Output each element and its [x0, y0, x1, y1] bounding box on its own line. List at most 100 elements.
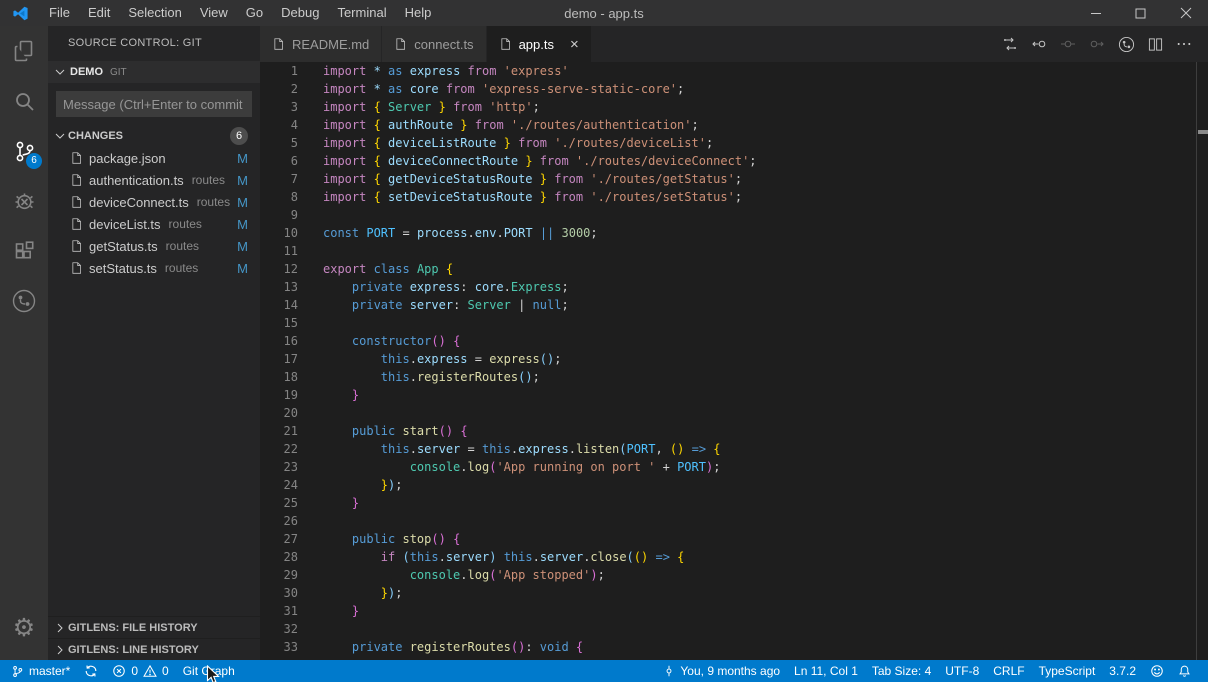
- language-mode[interactable]: TypeScript: [1032, 660, 1103, 682]
- code-line-30: 30 });: [260, 584, 1208, 602]
- file-folder: routes: [169, 217, 202, 231]
- code-line-19: 19 }: [260, 386, 1208, 404]
- code-line-14: 14 private server: Server | null;: [260, 296, 1208, 314]
- previous-change-icon[interactable]: [1029, 34, 1049, 54]
- editor-scrollbar[interactable]: [1196, 62, 1208, 660]
- activity-extensions-icon[interactable]: [0, 226, 48, 276]
- next-change-icon[interactable]: [1087, 34, 1107, 54]
- menu-selection[interactable]: Selection: [119, 0, 190, 26]
- line-content: public start() {: [323, 422, 468, 440]
- line-number: 4: [260, 116, 298, 134]
- changed-file-row[interactable]: deviceList.tsroutesM: [48, 213, 260, 235]
- changed-file-row[interactable]: deviceConnect.tsroutesM: [48, 191, 260, 213]
- manage-gear-icon[interactable]: ⚙: [0, 608, 48, 648]
- code-line-9: 9: [260, 206, 1208, 224]
- title-bar: FileEditSelectionViewGoDebugTerminalHelp…: [0, 0, 1208, 26]
- close-button[interactable]: [1163, 0, 1208, 26]
- maximize-button[interactable]: [1118, 0, 1163, 26]
- git-graph-button[interactable]: Git Graph: [176, 660, 242, 682]
- open-changes-icon[interactable]: [1000, 34, 1020, 54]
- more-actions-icon[interactable]: ⋯: [1174, 34, 1194, 54]
- activity-source-control-icon[interactable]: 6: [0, 126, 48, 176]
- line-number: 15: [260, 314, 298, 332]
- menu-edit[interactable]: Edit: [79, 0, 119, 26]
- changed-file-row[interactable]: package.jsonM: [48, 147, 260, 169]
- gitlens-sections: GITLENS: FILE HISTORY GITLENS: LINE HISTO…: [48, 616, 260, 660]
- code-line-21: 21 public start() {: [260, 422, 1208, 440]
- changed-file-row[interactable]: setStatus.tsroutesM: [48, 257, 260, 279]
- encoding[interactable]: UTF-8: [938, 660, 986, 682]
- branch-indicator[interactable]: master*: [4, 660, 77, 682]
- menu-terminal[interactable]: Terminal: [328, 0, 395, 26]
- line-content: if (this.server) this.server.close(() =>…: [323, 548, 684, 566]
- activity-git-graph-icon[interactable]: [0, 276, 48, 326]
- line-number: 31: [260, 602, 298, 620]
- line-content: }: [323, 494, 359, 512]
- problems-indicator[interactable]: 00: [105, 660, 175, 682]
- tab-close-icon[interactable]: ×: [570, 37, 579, 52]
- split-editor-icon[interactable]: [1145, 34, 1165, 54]
- changed-file-row[interactable]: getStatus.tsroutesM: [48, 235, 260, 257]
- line-number: 9: [260, 206, 298, 224]
- vscode-window: FileEditSelectionViewGoDebugTerminalHelp…: [0, 0, 1208, 682]
- activity-debug-icon[interactable]: [0, 176, 48, 226]
- menu-file[interactable]: File: [40, 0, 79, 26]
- gitlens-section-header[interactable]: GITLENS: FILE HISTORY: [48, 616, 260, 638]
- changed-file-row[interactable]: authentication.tsroutesM: [48, 169, 260, 191]
- commit-message-input[interactable]: [56, 91, 252, 117]
- typescript-version[interactable]: 3.7.2: [1102, 660, 1143, 682]
- code-line-25: 25 }: [260, 494, 1208, 512]
- line-number: 11: [260, 242, 298, 260]
- repo-section-header[interactable]: DEMO GIT: [48, 61, 260, 83]
- activity-explorer-icon[interactable]: [0, 26, 48, 76]
- line-content: const PORT = process.env.PORT || 3000;: [323, 224, 598, 242]
- code-line-29: 29 console.log('App stopped');: [260, 566, 1208, 584]
- git-graph-view-icon[interactable]: [1116, 34, 1136, 54]
- window-controls: [1073, 0, 1208, 26]
- editor-actions: ⋯: [1000, 26, 1208, 62]
- menu-help[interactable]: Help: [396, 0, 441, 26]
- tab-label: app.ts: [519, 37, 554, 52]
- editor-group: README.mdconnect.ts app.ts × ⋯ 1import * a…: [260, 26, 1208, 660]
- gitlens-section-header[interactable]: GITLENS: LINE HISTORY: [48, 638, 260, 660]
- notifications-bell[interactable]: [1171, 660, 1198, 682]
- sync-button[interactable]: [77, 660, 105, 682]
- indentation[interactable]: Tab Size: 4: [865, 660, 938, 682]
- tab-README.md[interactable]: README.md: [260, 26, 382, 62]
- tab-connect.ts[interactable]: connect.ts: [382, 26, 486, 62]
- changes-section-header[interactable]: CHANGES 6: [48, 125, 260, 147]
- menu-view[interactable]: View: [191, 0, 237, 26]
- activity-search-icon[interactable]: [0, 76, 48, 126]
- code-line-4: 4import { authRoute } from './routes/aut…: [260, 116, 1208, 134]
- line-content: this.registerRoutes();: [323, 368, 540, 386]
- line-content: this.server = this.express.listen(PORT, …: [323, 440, 721, 458]
- source-control-sidebar: SOURCE CONTROL: GIT DEMO GIT CHANGES 6 p…: [48, 26, 260, 660]
- code-line-13: 13 private express: core.Express;: [260, 278, 1208, 296]
- line-number: 32: [260, 620, 298, 638]
- eol-sequence[interactable]: CRLF: [986, 660, 1031, 682]
- minimize-button[interactable]: [1073, 0, 1118, 26]
- line-number: 28: [260, 548, 298, 566]
- current-change-icon[interactable]: [1058, 34, 1078, 54]
- cursor-position[interactable]: Ln 11, Col 1: [787, 660, 865, 682]
- menu-go[interactable]: Go: [237, 0, 272, 26]
- line-content: import { setDeviceStatusRoute } from './…: [323, 188, 742, 206]
- status-bar: master* 00Git Graph You, 9 months agoLn 1…: [0, 660, 1208, 682]
- line-number: 22: [260, 440, 298, 458]
- code-line-18: 18 this.registerRoutes();: [260, 368, 1208, 386]
- code-line-23: 23 console.log('App running on port ' + …: [260, 458, 1208, 476]
- menu-debug[interactable]: Debug: [272, 0, 328, 26]
- line-content: constructor() {: [323, 332, 460, 350]
- line-number: 14: [260, 296, 298, 314]
- feedback-button[interactable]: [1143, 660, 1171, 682]
- code-editor[interactable]: 1import * as express from 'express'2impo…: [260, 62, 1208, 660]
- code-line-26: 26: [260, 512, 1208, 530]
- line-number: 23: [260, 458, 298, 476]
- line-content: export class App {: [323, 260, 453, 278]
- line-content: import { Server } from 'http';: [323, 98, 540, 116]
- activity-bar: 6 ⚙: [0, 26, 48, 660]
- tab-app.ts[interactable]: app.ts ×: [487, 26, 592, 62]
- blame-annotation[interactable]: You, 9 months ago: [656, 660, 787, 682]
- gitlens-section-label: GITLENS: FILE HISTORY: [68, 622, 198, 634]
- line-number: 17: [260, 350, 298, 368]
